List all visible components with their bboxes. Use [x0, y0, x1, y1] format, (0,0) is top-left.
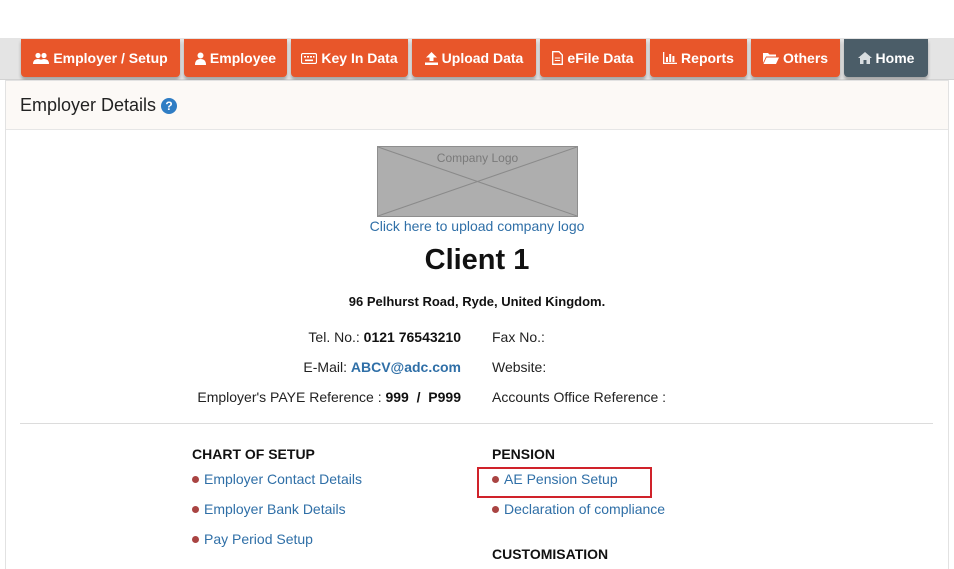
nav-employee-button[interactable]: Employee [184, 39, 287, 77]
nav-efile-data-button[interactable]: eFile Data [540, 39, 646, 77]
nav-efile-data-label: eFile Data [567, 50, 634, 66]
help-icon[interactable]: ? [161, 98, 178, 114]
accounts-office-label: Accounts Office Reference : [492, 389, 667, 405]
email-row: E-Mail: ABCV@adc.com [303, 359, 461, 375]
paye-label: Employer's PAYE Reference : [197, 389, 382, 405]
nav-employer-setup-label: Employer / Setup [53, 50, 168, 66]
nav-home-button[interactable]: Home [844, 39, 928, 77]
ae-pension-highlight-box [477, 467, 652, 498]
tel-row: Tel. No.: 0121 76543210 [308, 329, 461, 345]
upload-logo-link[interactable]: Click here to upload company logo [6, 218, 948, 234]
section-divider [20, 423, 933, 424]
nav-key-in-data-label: Key In Data [321, 50, 398, 66]
home-icon [857, 52, 872, 64]
nav-others-button[interactable]: Others [751, 39, 840, 77]
declaration-of-compliance-label: Declaration of compliance [504, 501, 666, 517]
upload-icon [424, 51, 438, 65]
nav-reports-label: Reports [681, 50, 734, 66]
nav-employee-label: Employee [209, 50, 277, 66]
employer-bank-details-link[interactable]: Employer Bank Details [192, 501, 346, 517]
bullet-icon [192, 505, 199, 513]
nav-employer-setup-button[interactable]: Employer / Setup [21, 39, 180, 77]
bullet-icon [192, 535, 199, 543]
logo-placeholder-text: Company Logo [436, 151, 519, 165]
email-link[interactable]: ABCV@adc.com [351, 359, 461, 375]
customisation-heading: CUSTOMISATION [492, 546, 609, 562]
nav-reports-button[interactable]: Reports [650, 39, 747, 77]
nav-upload-data-label: Upload Data [441, 50, 524, 66]
pay-period-setup-label: Pay Period Setup [204, 531, 313, 547]
nav-key-in-data-button[interactable]: Key In Data [291, 39, 408, 77]
nav-home-label: Home [875, 50, 915, 66]
keyboard-icon [301, 52, 318, 64]
nav-upload-data-button[interactable]: Upload Data [412, 39, 536, 77]
paye-value: 999 / P999 [385, 389, 461, 405]
email-label: E-Mail: [303, 359, 347, 375]
paye-row: Employer's PAYE Reference : 999 / P999 [197, 389, 461, 405]
nav-others-label: Others [782, 50, 829, 66]
employer-contact-details-link[interactable]: Employer Contact Details [192, 471, 362, 487]
user-icon [194, 52, 206, 65]
main-nav: Employer / Setup Employee Key In Data Up… [21, 39, 928, 77]
employer-bank-details-label: Employer Bank Details [204, 501, 346, 517]
chart-of-setup-heading: CHART OF SETUP [192, 446, 315, 462]
page-title: Employer Details [20, 94, 157, 115]
bar-chart-icon [663, 52, 678, 64]
bullet-icon [492, 505, 499, 513]
client-name: Client 1 [424, 244, 530, 276]
company-logo-placeholder[interactable]: Company Logo [377, 146, 578, 217]
file-icon [552, 51, 564, 65]
folder-open-icon [762, 52, 779, 64]
tel-label: Tel. No.: [308, 329, 360, 345]
panel-header: Employer Details ? [6, 81, 948, 130]
company-address: 96 Pelhurst Road, Ryde, United Kingdom. [348, 294, 606, 309]
employer-details-panel: Employer Details ? Company Logo Click he… [5, 80, 949, 569]
pension-heading: PENSION [492, 446, 556, 462]
tel-value: 0121 76543210 [363, 329, 461, 345]
pay-period-setup-link[interactable]: Pay Period Setup [192, 531, 313, 547]
users-icon [33, 52, 50, 65]
bullet-icon [192, 475, 199, 483]
fax-label: Fax No.: [492, 329, 545, 345]
website-label: Website: [492, 359, 547, 375]
declaration-of-compliance-link[interactable]: Declaration of compliance [492, 501, 665, 517]
employer-contact-details-label: Employer Contact Details [204, 471, 362, 487]
